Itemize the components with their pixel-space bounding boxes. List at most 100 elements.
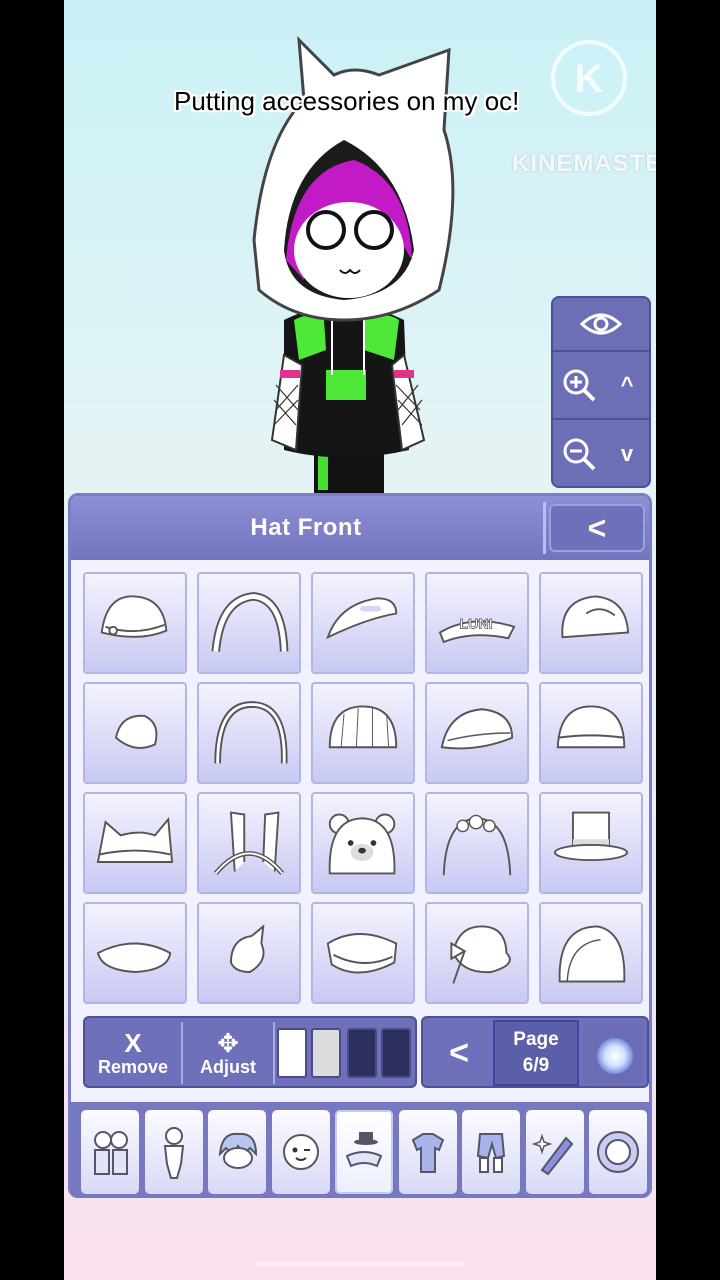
item-toolbar: X Remove ✥ Adjust [83, 1016, 417, 1088]
hat-cap-folded-icon [440, 708, 514, 750]
remove-button[interactable]: X Remove [89, 1022, 177, 1084]
tab-profile[interactable] [589, 1110, 647, 1194]
hat-bow-bowler-icon [100, 595, 168, 638]
profile-icon [597, 1131, 639, 1173]
hat-beanie-ribbed-icon [328, 705, 398, 749]
hat-cat-ear-beanie-icon [96, 816, 174, 863]
video-caption: Putting accessories on my oc! [174, 86, 520, 116]
top-icon [411, 1133, 444, 1173]
item-hat-cat-ear-beanie[interactable] [83, 792, 187, 894]
item-hat-beanie-ribbed[interactable] [311, 682, 415, 784]
zoom-in-button[interactable] [553, 352, 605, 418]
item-hat-bow-bowler[interactable] [83, 572, 187, 674]
item-hat-small-tilted[interactable] [197, 902, 301, 1004]
previous-page-button[interactable]: < [427, 1022, 491, 1084]
hat-headband-ribbed-icon [211, 592, 289, 652]
color-swatch-4[interactable] [381, 1028, 411, 1078]
hat-small-beret-icon [114, 714, 158, 749]
remove-label: Remove [97, 1056, 169, 1077]
hat-top-hat-icon [553, 811, 629, 862]
panel-title: Hat Front [250, 514, 362, 541]
next-page-button[interactable] [583, 1024, 643, 1082]
hat-small-tilted-icon [229, 924, 265, 973]
hat-bonnet-icon [558, 925, 626, 983]
camera-controls: ^ v [551, 296, 651, 488]
category-tabs [71, 1102, 649, 1198]
kinemaster-k-icon: K [575, 57, 604, 101]
home-indicator [256, 1262, 464, 1266]
kinemaster-logo: K [551, 40, 627, 116]
remove-icon: X [124, 1027, 142, 1058]
item-hat-visor[interactable] [311, 572, 415, 674]
characters-icon [94, 1131, 128, 1175]
color-swatch-1[interactable] [277, 1028, 307, 1078]
tab-bottom[interactable] [462, 1110, 520, 1194]
item-hat-bunny-ears[interactable] [197, 792, 301, 894]
tab-accessories[interactable] [335, 1110, 393, 1194]
adjust-label: Adjust [200, 1056, 256, 1077]
item-hat-flat-beret[interactable] [83, 902, 187, 1004]
item-hat-cap-folded[interactable] [425, 682, 529, 784]
eye-icon [579, 313, 623, 335]
tab-body[interactable] [144, 1110, 203, 1194]
zoom-in-icon [563, 369, 596, 402]
toolbar-divider [273, 1022, 275, 1084]
hat-bow-sunhat-icon [450, 925, 511, 984]
item-hat-flower-crown-veil[interactable] [425, 792, 529, 894]
hat-sailor-cap-icon [326, 933, 398, 974]
accessories-icon [345, 1132, 383, 1168]
weapons-icon [531, 1133, 573, 1176]
item-hat-baseball-cap[interactable] [539, 572, 643, 674]
hat-baseball-cap-icon [561, 595, 630, 639]
page-indicator: Page 6/9 [493, 1020, 579, 1086]
item-hat-small-beret[interactable] [83, 682, 187, 784]
header-divider [543, 502, 546, 554]
bottom-icon [476, 1133, 506, 1173]
kinemaster-watermark: KINEMASTER [512, 150, 656, 177]
tab-top[interactable] [398, 1110, 457, 1194]
panel-header: Hat Front < [71, 496, 649, 560]
item-hat-headband-ribbed[interactable] [197, 572, 301, 674]
eye-button[interactable] [553, 298, 649, 352]
page-label: Page [513, 1029, 559, 1050]
hat-headband-plain-icon [214, 701, 288, 764]
zoom-out-icon [563, 438, 596, 471]
item-hat-sailor-cap[interactable] [311, 902, 415, 1004]
scroll-up-button[interactable]: ^ [605, 352, 649, 418]
item-panel: Hat Front < LUNI X Remove ✥ Adjust < Pag… [68, 493, 652, 1198]
toolbar-divider [181, 1022, 183, 1084]
item-hat-bonnet[interactable] [539, 902, 643, 1004]
item-hat-bow-sunhat[interactable] [425, 902, 529, 1004]
svg-text:K: K [575, 57, 604, 101]
tab-face[interactable] [271, 1110, 330, 1194]
adjust-button[interactable]: ✥ Adjust [185, 1022, 271, 1084]
scroll-down-button[interactable]: v [605, 418, 649, 488]
item-hat-headband-plain[interactable] [197, 682, 301, 784]
move-arrows-icon: ✥ [217, 1027, 239, 1058]
tab-characters[interactable] [81, 1110, 139, 1194]
hat-flat-beret-icon [96, 942, 172, 973]
item-hat-top-hat[interactable] [539, 792, 643, 894]
hat-visor-icon [326, 597, 398, 640]
color-swatch-2[interactable] [311, 1028, 341, 1078]
zoom-out-button[interactable] [553, 418, 605, 488]
face-icon [282, 1134, 319, 1170]
touch-indicator [597, 1038, 633, 1074]
tab-weapons[interactable] [525, 1110, 584, 1194]
hair-icon [218, 1132, 258, 1169]
svg-text:LUNI: LUNI [459, 617, 492, 633]
hat-flower-crown-veil-icon [442, 814, 512, 876]
body-icon [163, 1127, 184, 1179]
hat-bear-hood-icon [328, 813, 396, 875]
tab-hair[interactable] [208, 1110, 266, 1194]
hat-beanie-knit-icon [556, 705, 626, 749]
game-screen: Putting accessories on my oc! K KINEMAST… [64, 0, 656, 1280]
hat-bunny-ears-icon [213, 811, 285, 875]
item-hat-beanie-knit[interactable] [539, 682, 643, 784]
panel-back-button[interactable]: < [549, 504, 645, 552]
page-value: 6/9 [522, 1055, 550, 1076]
item-hat-visor-luni[interactable]: LUNI [425, 572, 529, 674]
pagination: < Page 6/9 [421, 1016, 649, 1088]
color-swatch-3[interactable] [347, 1028, 377, 1078]
item-hat-bear-hood[interactable] [311, 792, 415, 894]
